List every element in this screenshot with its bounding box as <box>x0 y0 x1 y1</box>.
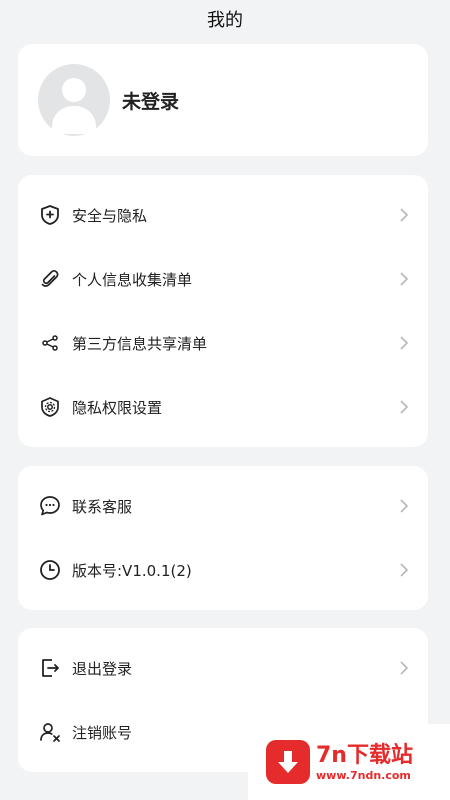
menu-item-version[interactable]: 版本号:V1.0.1(2) <box>18 538 428 602</box>
shield-plus-icon <box>38 203 62 227</box>
chevron-right-icon <box>398 562 410 578</box>
avatar-head-shape <box>62 78 86 102</box>
support-group: 联系客服 版本号:V1.0.1(2) <box>18 466 428 610</box>
watermark-url: www.7ndn.com <box>316 768 411 782</box>
avatar[interactable] <box>38 64 110 136</box>
menu-item-personal-info-list[interactable]: 个人信息收集清单 <box>18 247 428 311</box>
menu-item-label: 退出登录 <box>72 659 133 678</box>
chat-bubble-icon <box>38 494 62 518</box>
privacy-settings-group: 安全与隐私 个人信息收集清单 第三方信息共享清单 隐私权限设置 <box>18 175 428 447</box>
menu-item-security-privacy[interactable]: 安全与隐私 <box>18 183 428 247</box>
chevron-right-icon <box>398 271 410 287</box>
menu-item-label: 安全与隐私 <box>72 206 148 225</box>
menu-item-label: 隐私权限设置 <box>72 398 163 417</box>
paperclip-icon <box>38 267 62 291</box>
login-status-label[interactable]: 未登录 <box>122 87 179 114</box>
download-arrow-icon <box>266 740 310 784</box>
clock-icon <box>38 558 62 582</box>
version-label: 版本号:V1.0.1(2) <box>72 561 192 580</box>
logout-icon <box>38 656 62 680</box>
menu-item-privacy-permissions[interactable]: 隐私权限设置 <box>18 375 428 439</box>
chevron-right-icon <box>398 207 410 223</box>
menu-item-third-party-sharing[interactable]: 第三方信息共享清单 <box>18 311 428 375</box>
menu-item-label: 第三方信息共享清单 <box>72 334 208 353</box>
watermark-7ndn: 7n下载站 www.7ndn.com <box>248 724 450 800</box>
chevron-right-icon <box>398 399 410 415</box>
chevron-right-icon <box>398 498 410 514</box>
menu-item-customer-service[interactable]: 联系客服 <box>18 474 428 538</box>
menu-item-label: 个人信息收集清单 <box>72 270 193 289</box>
chevron-right-icon <box>398 335 410 351</box>
chevron-right-icon <box>398 660 410 676</box>
page-title: 我的 <box>207 10 243 31</box>
avatar-body-shape <box>52 106 96 134</box>
gear-shield-icon <box>38 395 62 419</box>
page-header: 我的 <box>0 0 450 38</box>
menu-item-label: 联系客服 <box>72 497 133 516</box>
share-icon <box>38 331 62 355</box>
watermark-title: 7n下载站 <box>316 742 413 768</box>
profile-card[interactable]: 未登录 <box>18 44 428 156</box>
menu-item-logout[interactable]: 退出登录 <box>18 636 428 700</box>
user-remove-icon <box>38 720 62 744</box>
